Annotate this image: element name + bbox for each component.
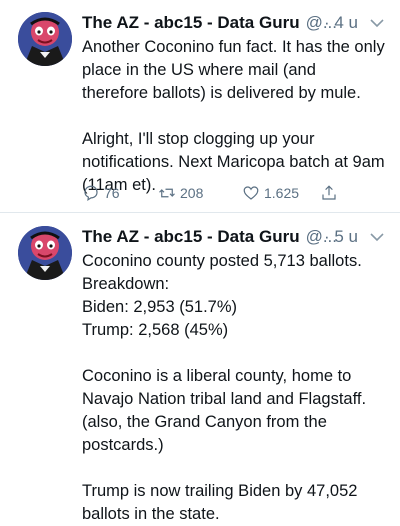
tweet-actions: 76 208 1.625 [82, 184, 360, 206]
tweet-header: The AZ - abc15 - Data Guru @... · 5 u [82, 227, 386, 249]
tweet[interactable]: The AZ - abc15 - Data Guru @... · 5 u Coc… [0, 214, 400, 523]
tweet-text: Another Coconino fun fact. It has the on… [82, 38, 385, 194]
author-name[interactable]: The AZ - abc15 - Data Guru [82, 13, 300, 32]
retweet-button[interactable]: 208 [158, 184, 203, 202]
reply-icon [84, 185, 98, 201]
like-icon [243, 186, 259, 200]
tweet-header: The AZ - abc15 - Data Guru @... · 4 u [82, 13, 386, 35]
chevron-down-icon[interactable] [368, 228, 386, 246]
chevron-down-icon[interactable] [368, 14, 386, 32]
tweet[interactable]: The AZ - abc15 - Data Guru @... · 4 u Ano… [0, 0, 400, 212]
avatar[interactable] [18, 12, 72, 66]
share-icon [322, 185, 336, 200]
like-button[interactable]: 1.625 [242, 184, 299, 202]
retweet-count: 208 [180, 185, 204, 201]
tweet-text: Coconino county posted 5,713 ballots. Br… [82, 252, 367, 523]
tweet-time[interactable]: · 4 u [324, 13, 358, 33]
tweet-divider [0, 212, 400, 213]
share-button[interactable] [320, 184, 342, 202]
reply-button[interactable]: 76 [82, 184, 120, 202]
author-name[interactable]: The AZ - abc15 - Data Guru [82, 227, 300, 246]
retweet-icon [159, 188, 175, 198]
avatar[interactable] [18, 226, 72, 280]
tweet-time[interactable]: · 5 u [324, 227, 358, 247]
reply-count: 76 [104, 185, 120, 201]
like-count: 1.625 [264, 185, 300, 201]
